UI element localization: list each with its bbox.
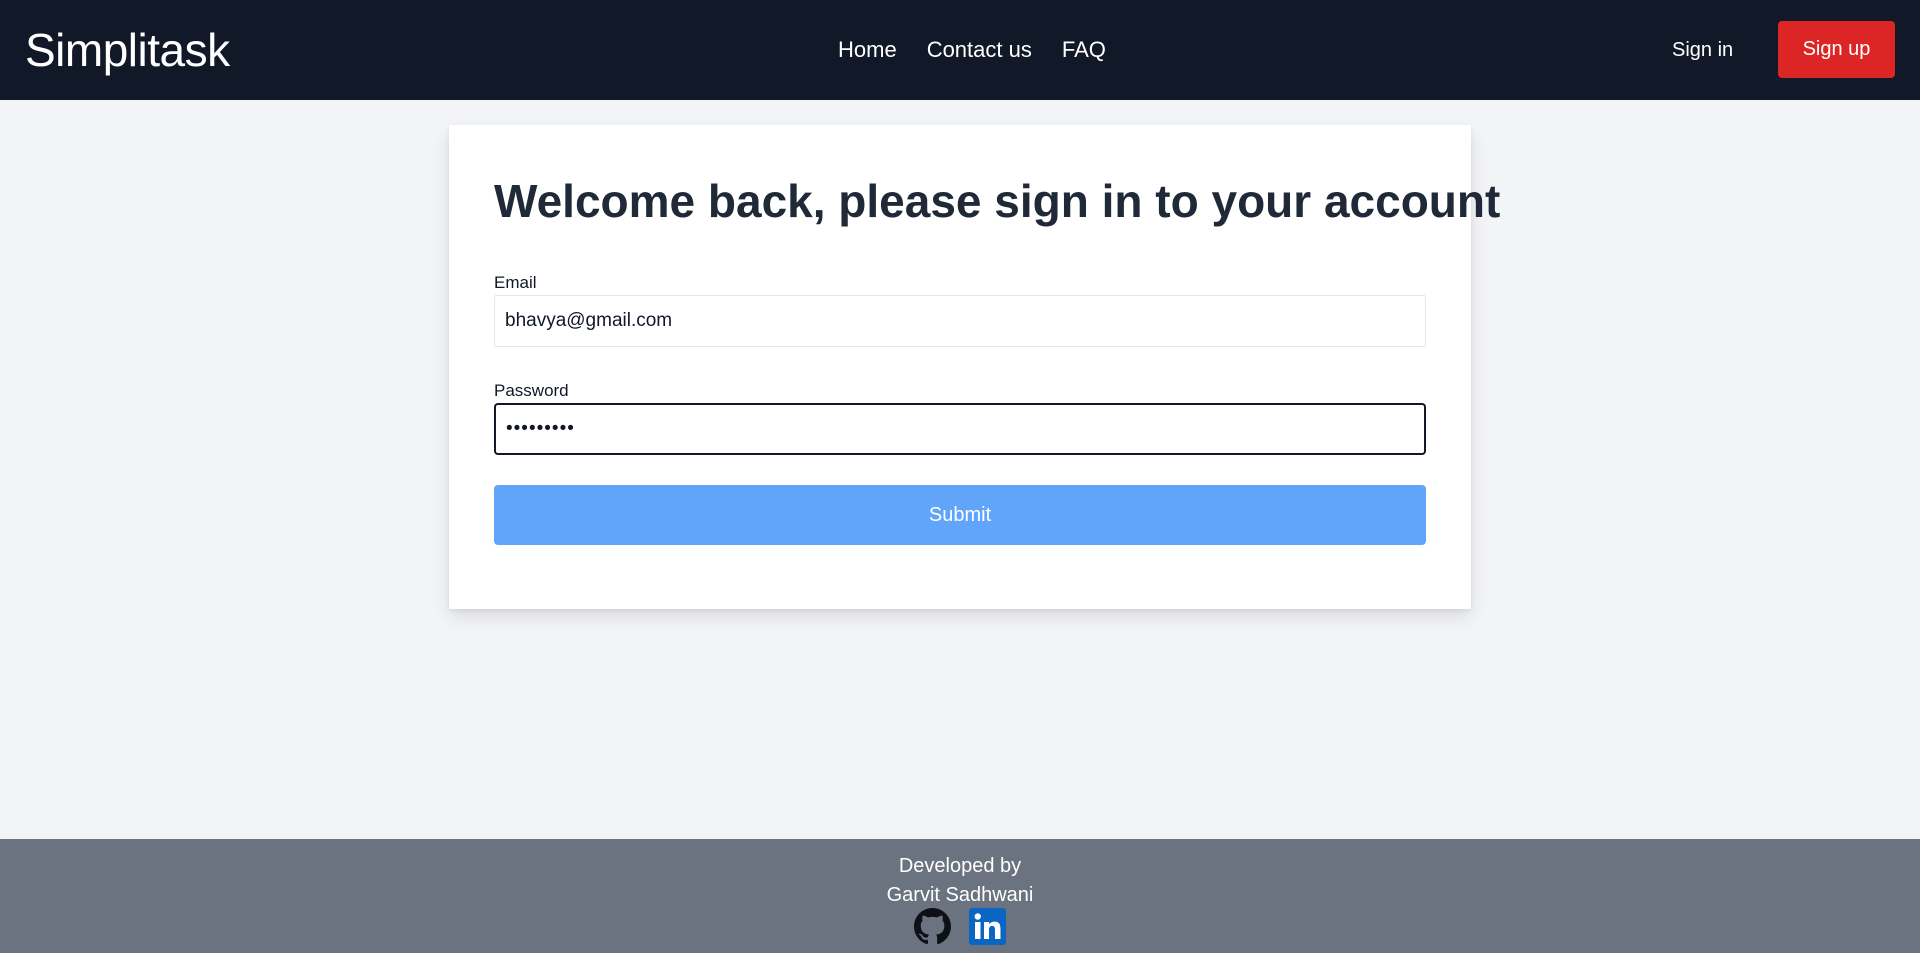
nav-link-contact[interactable]: Contact us <box>927 36 1032 64</box>
email-field[interactable] <box>494 295 1426 347</box>
footer-developed-by: Developed by <box>898 855 1022 877</box>
nav-link-faq[interactable]: FAQ <box>1062 36 1106 64</box>
nav-links: Home Contact us FAQ <box>838 36 1106 64</box>
page-title: Welcome back, please sign in to your acc… <box>494 175 1501 227</box>
social-icons <box>914 908 1006 945</box>
linkedin-icon[interactable] <box>969 908 1006 945</box>
password-field[interactable] <box>494 403 1426 455</box>
sign-up-button[interactable]: Sign up <box>1778 21 1895 78</box>
email-label: Email <box>494 273 537 292</box>
submit-button[interactable]: Submit <box>494 485 1426 545</box>
signin-card: Welcome back, please sign in to your acc… <box>449 125 1500 609</box>
sign-in-link[interactable]: Sign in <box>1672 37 1733 63</box>
brand-logo[interactable]: Simplitask <box>25 24 230 76</box>
footer-developer-name: Garvit Sadhwani <box>886 884 1034 906</box>
github-icon[interactable] <box>914 908 951 945</box>
page: Simplitask Home Contact us FAQ Sign in S… <box>0 0 1920 953</box>
navbar: Simplitask Home Contact us FAQ Sign in S… <box>0 0 1920 100</box>
password-label: Password <box>494 381 569 400</box>
nav-link-home[interactable]: Home <box>838 36 897 64</box>
footer: Developed by Garvit Sadhwani <box>0 839 1920 953</box>
